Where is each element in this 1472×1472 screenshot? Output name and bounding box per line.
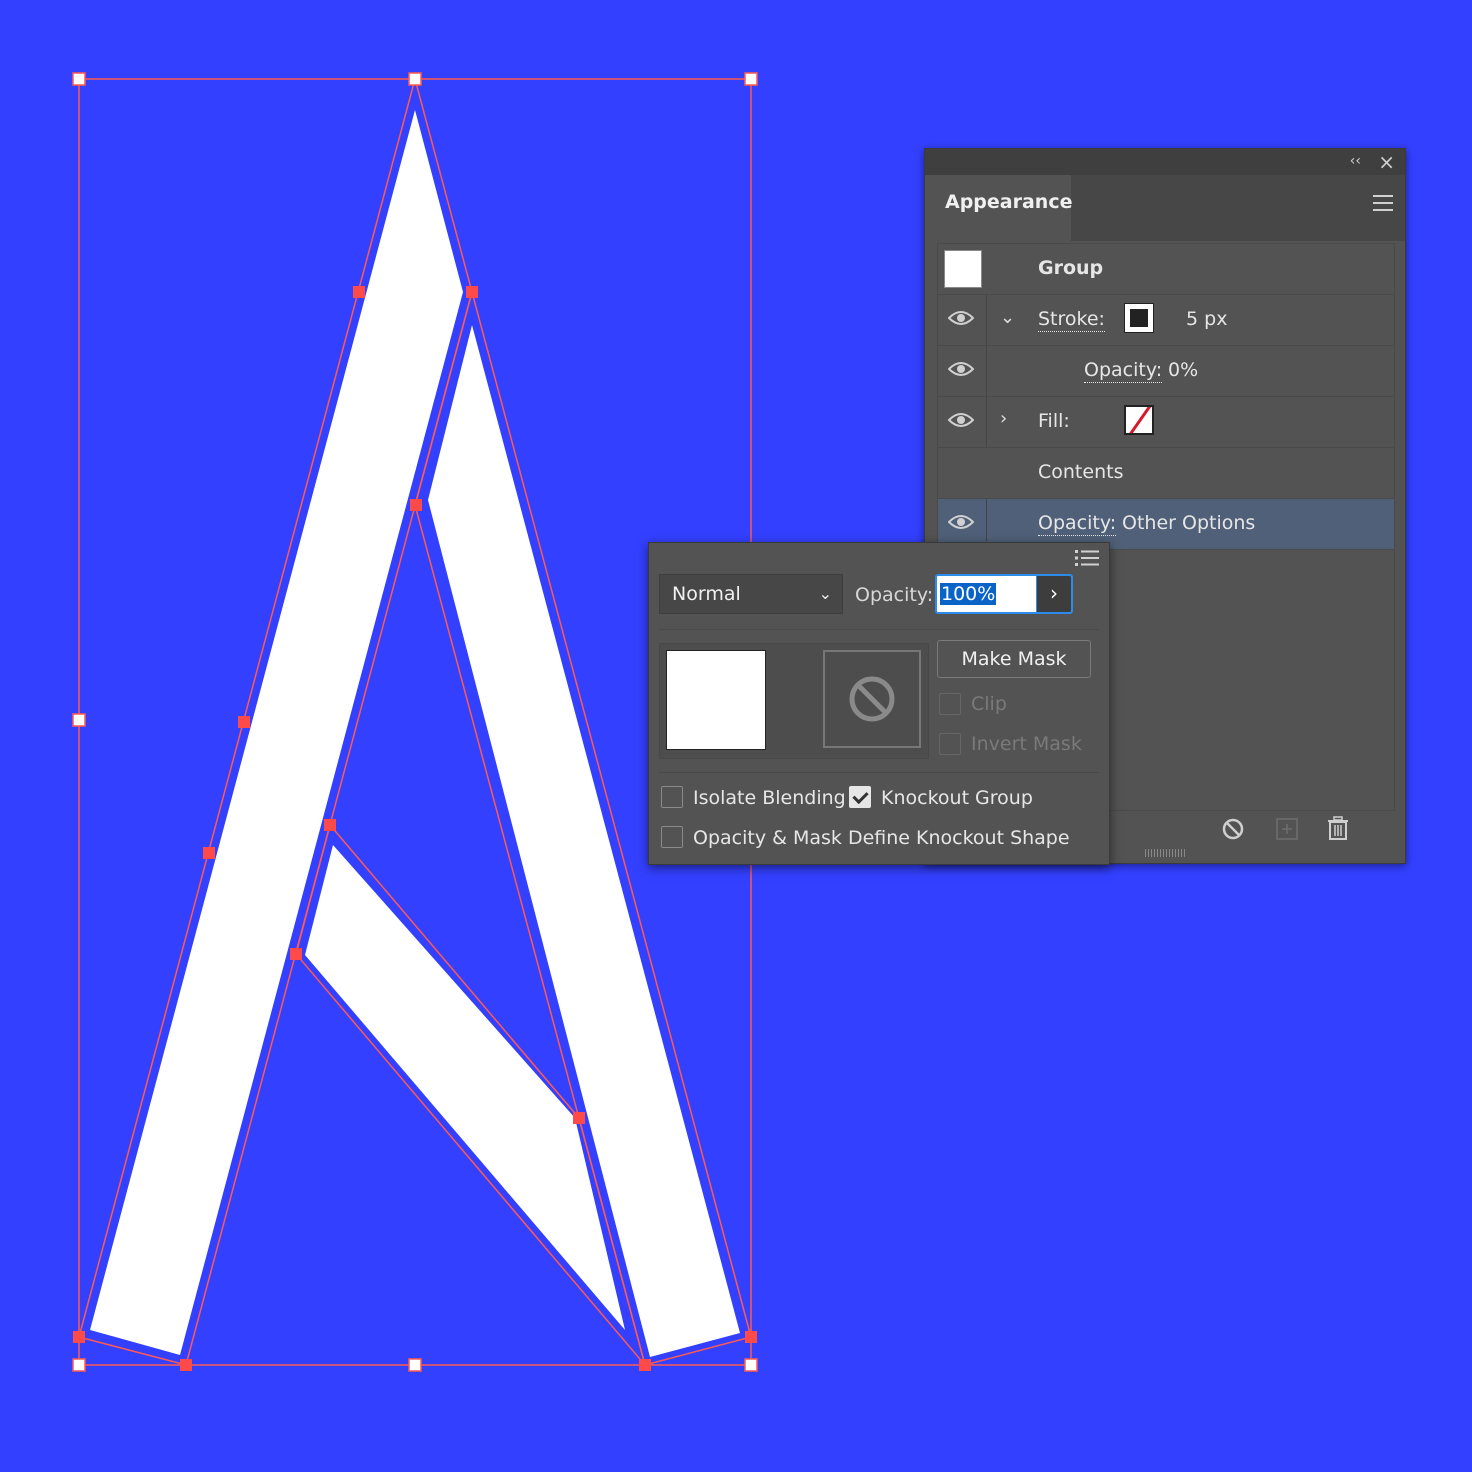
group-label: Group: [1038, 257, 1104, 279]
close-icon[interactable]: ×: [1378, 150, 1395, 174]
blend-mode-dropdown[interactable]: Normal ⌄: [659, 574, 843, 614]
opacity-field-label: Opacity:: [855, 584, 934, 606]
transparency-popup: Normal ⌄ Opacity: 100% › Make Mask Clip …: [648, 542, 1110, 865]
blend-mode-value: Normal: [672, 583, 741, 605]
mask-thumbnail-area: [659, 643, 929, 759]
panel-tabbar: Appearance: [925, 175, 1405, 241]
appearance-row-contents[interactable]: Contents: [938, 448, 1394, 499]
eye-icon[interactable]: [948, 309, 974, 327]
appearance-row-stroke-opacity[interactable]: Opacity: 0%: [938, 346, 1394, 397]
double-chevron-left-icon[interactable]: ‹‹: [1350, 153, 1361, 169]
stroke-weight-value[interactable]: 5 px: [1186, 308, 1227, 330]
appearance-row-fill[interactable]: › Fill:: [938, 397, 1394, 448]
stroke-opacity-value: 0%: [1168, 359, 1199, 381]
tab-appearance[interactable]: Appearance: [925, 175, 1072, 241]
new-item-icon[interactable]: [1275, 817, 1299, 841]
opacity-mask-knockout-label: Opacity & Mask Define Knockout Shape: [693, 827, 1070, 849]
make-mask-button[interactable]: Make Mask: [937, 640, 1091, 678]
appearance-row-stroke[interactable]: ⌄ Stroke: 5 px: [938, 295, 1394, 346]
opacity-value: Other Options: [1122, 512, 1256, 534]
knockout-group-checkbox[interactable]: [849, 786, 871, 808]
chevron-down-icon[interactable]: ⌄: [1000, 307, 1015, 328]
no-mask-icon: [849, 676, 895, 722]
letter-shape[interactable]: [90, 110, 740, 1357]
clip-label: Clip: [971, 693, 1007, 715]
object-thumbnail[interactable]: [666, 650, 766, 750]
contents-label: Contents: [1038, 461, 1124, 483]
opacity-mask-knockout-checkbox[interactable]: [661, 826, 683, 848]
opacity-input[interactable]: 100% ›: [935, 574, 1073, 614]
eye-icon[interactable]: [948, 360, 974, 378]
chevron-down-icon: ⌄: [818, 584, 832, 603]
resize-grip[interactable]: [1145, 849, 1185, 857]
panel-titlebar[interactable]: ‹‹ ×: [925, 149, 1405, 175]
chevron-right-icon[interactable]: ›: [1000, 408, 1007, 429]
mask-thumbnail[interactable]: [823, 650, 921, 748]
options-menu-icon[interactable]: [1075, 549, 1099, 567]
appearance-row-group[interactable]: Group: [938, 244, 1394, 295]
eye-icon[interactable]: [948, 513, 974, 531]
trash-icon[interactable]: [1325, 815, 1351, 841]
clip-checkbox[interactable]: [939, 693, 961, 715]
isolate-blending-checkbox[interactable]: [661, 786, 683, 808]
isolate-blending-label: Isolate Blending: [693, 787, 846, 809]
hamburger-menu-icon[interactable]: [1373, 195, 1393, 216]
fill-none-swatch[interactable]: [1124, 405, 1154, 435]
invert-mask-label: Invert Mask: [971, 733, 1082, 755]
left-stroke-shape[interactable]: [90, 110, 463, 1355]
group-thumbnail: [944, 250, 982, 288]
knockout-group-label: Knockout Group: [881, 787, 1033, 809]
opacity-input-value[interactable]: 100%: [940, 583, 997, 605]
panel-footer: [1221, 815, 1391, 847]
chevron-right-icon[interactable]: ›: [1036, 576, 1071, 612]
clear-appearance-icon[interactable]: [1221, 817, 1245, 841]
stroke-opacity-label[interactable]: Opacity:: [1084, 359, 1163, 383]
stroke-label[interactable]: Stroke:: [1038, 308, 1105, 332]
stroke-color-swatch[interactable]: [1124, 303, 1154, 333]
fill-label: Fill:: [1038, 410, 1070, 432]
eye-icon[interactable]: [948, 411, 974, 429]
invert-mask-checkbox[interactable]: [939, 733, 961, 755]
opacity-label[interactable]: Opacity:: [1038, 512, 1117, 536]
